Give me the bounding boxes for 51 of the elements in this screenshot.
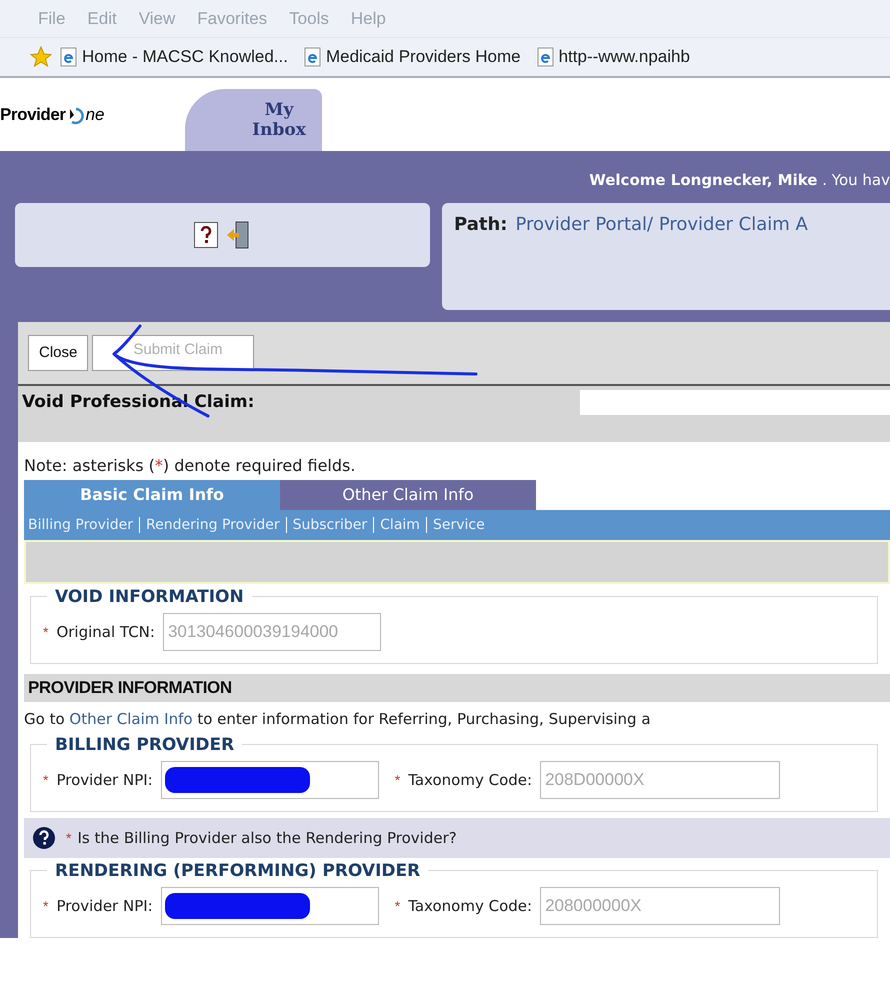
- star-icon[interactable]: [30, 46, 52, 68]
- section-title: RENDERING (PERFORMING) PROVIDER: [47, 861, 428, 881]
- menu-item[interactable]: Help: [350, 6, 386, 32]
- required-mark: *: [43, 771, 48, 790]
- question-text: Is the Billing Provider also the Rendering Provider?: [77, 828, 457, 849]
- section-link[interactable]: Service: [432, 514, 485, 536]
- required-mark: *: [394, 897, 400, 916]
- menu-item[interactable]: Tools: [289, 6, 329, 32]
- field-label: Original TCN:: [56, 622, 155, 643]
- menu-item[interactable]: Favorites: [197, 6, 268, 32]
- favorite-link[interactable]: Medicaid Providers Home: [326, 44, 521, 70]
- logo-text: ne: [86, 104, 104, 126]
- note-text: Note: asterisks (*) denote required fields.: [24, 456, 356, 475]
- exit-door-icon[interactable]: [226, 220, 252, 250]
- section-link[interactable]: Subscriber: [292, 514, 368, 536]
- menu-item[interactable]: File: [38, 6, 66, 32]
- page-icon: [60, 47, 78, 67]
- info-text: Go to Other Claim Info to enter information for Referring, Purchasing, Supervising a: [24, 710, 651, 728]
- section-heading: PROVIDER INFORMATION: [28, 677, 232, 700]
- breadcrumb-link[interactable]: Provider Portal/ Provider Claim A: [515, 211, 808, 310]
- menu-item[interactable]: Edit: [87, 6, 117, 32]
- page-icon: [536, 47, 555, 67]
- favorite-link[interactable]: http--www.npaihb: [558, 44, 690, 70]
- required-mark: *: [43, 897, 48, 916]
- favorite-link[interactable]: Home - MACSC Knowled...: [82, 44, 288, 70]
- field-label: Taxonomy Code:: [408, 770, 532, 791]
- form-tab[interactable]: Other Claim Info: [280, 480, 536, 510]
- help-icon[interactable]: [32, 826, 56, 850]
- menu-item[interactable]: View: [138, 6, 176, 32]
- toolbar-button[interactable]: Close: [28, 335, 88, 371]
- input-field[interactable]: 301304600039194000: [162, 613, 381, 651]
- field-label: Provider NPI:: [56, 770, 153, 791]
- field-label: Provider NPI:: [56, 896, 153, 917]
- field-label: Taxonomy Code:: [408, 896, 532, 917]
- required-mark: *: [66, 829, 72, 848]
- section-link[interactable]: Billing Provider: [28, 514, 134, 536]
- page-icon: [304, 47, 322, 67]
- tab[interactable]: My Inbox: [185, 89, 322, 151]
- input-field[interactable]: 208000000X: [540, 887, 780, 925]
- logo-text: Provider: [0, 104, 66, 126]
- claim-title: Void Professional Claim:: [22, 391, 256, 414]
- required-mark: *: [43, 623, 48, 642]
- welcome-text: Welcome Longnecker, Mike . You hav: [589, 170, 890, 191]
- section-link[interactable]: Rendering Provider: [146, 514, 280, 536]
- other-claim-link[interactable]: Other Claim Info: [69, 710, 193, 728]
- input-field[interactable]: 208D00000X: [540, 761, 780, 799]
- form-tab[interactable]: Basic Claim Info: [24, 480, 280, 510]
- help-icon[interactable]: [194, 222, 218, 248]
- required-mark: *: [394, 771, 400, 790]
- section-link[interactable]: Claim: [380, 514, 420, 536]
- path-label: Path:: [454, 213, 508, 237]
